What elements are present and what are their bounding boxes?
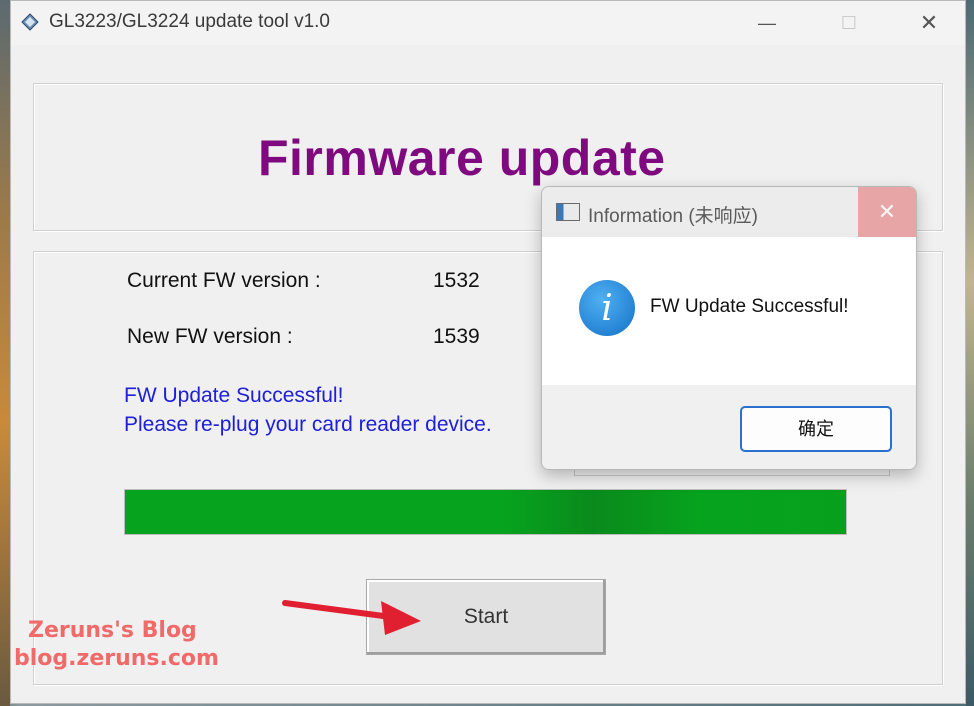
app-icon [21, 13, 39, 31]
dialog-title: Information (未响应) [588, 206, 758, 227]
maximize-button[interactable]: ☐ [835, 9, 863, 37]
new-fw-value: 1539 [433, 325, 480, 348]
desktop-background-right [966, 0, 974, 706]
current-fw-value: 1532 [433, 269, 480, 292]
desktop-background-left [0, 0, 10, 706]
close-button[interactable]: ✕ [915, 9, 943, 37]
dialog-title-bar: Information (未响应) ✕ [542, 187, 916, 237]
window-title: GL3223/GL3224 update tool v1.0 [49, 11, 331, 32]
dialog-message: FW Update Successful! [650, 296, 849, 317]
progress-fill [125, 490, 846, 534]
status-instruction: Please re-plug your card reader device. [124, 413, 492, 436]
page-title: Firmware update [258, 130, 666, 186]
ok-button[interactable]: 确定 [740, 406, 892, 452]
annotation-arrow-icon [282, 600, 421, 635]
watermark-blog-url: blog.zeruns.com [14, 646, 219, 671]
progress-bar [124, 489, 847, 535]
info-icon: i [579, 280, 635, 336]
status-message: FW Update Successful! [124, 384, 344, 407]
current-fw-label: Current FW version : [127, 269, 321, 292]
title-bar: GL3223/GL3224 update tool v1.0 — ☐ ✕ [11, 1, 965, 45]
watermark-blog-name: Zeruns's Blog [28, 618, 197, 643]
dialog-window-icon [556, 203, 580, 221]
dialog-close-button[interactable]: ✕ [858, 187, 916, 237]
new-fw-label: New FW version : [127, 325, 293, 348]
minimize-button[interactable]: — [753, 9, 781, 37]
